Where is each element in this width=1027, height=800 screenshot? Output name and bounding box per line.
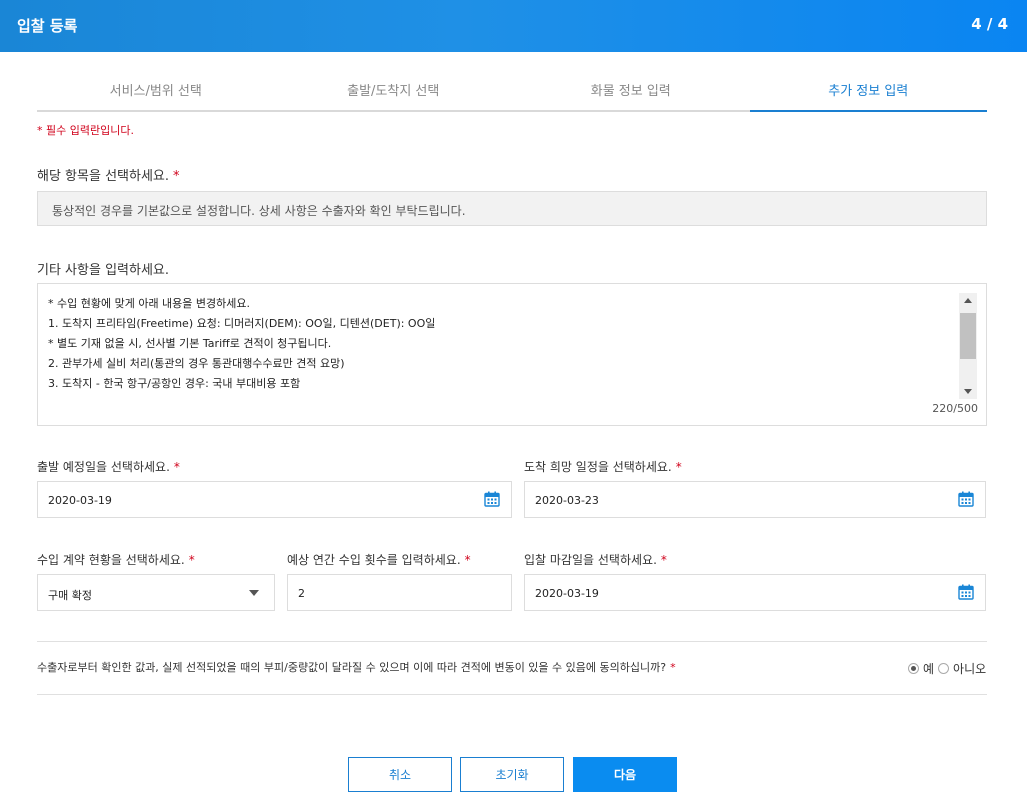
- select-item-label-text: 해당 항목을 선택하세요.: [37, 169, 169, 184]
- import-count-label-text: 예상 연간 수입 횟수를 입력하세요.: [287, 553, 461, 567]
- arrival-date-label: 도착 희망 일정을 선택하세요. *: [524, 458, 682, 475]
- bid-deadline-label-text: 입찰 마감일을 선택하세요.: [524, 553, 657, 567]
- agreement-question-text: 수출자로부터 확인한 값과, 실제 선적되었을 때의 부피/중량값이 달라질 수…: [37, 661, 667, 674]
- header-bar: 입찰 등록 4 / 4: [0, 0, 1027, 52]
- agreement-question: 수출자로부터 확인한 값과, 실제 선적되었을 때의 부피/중량값이 달라질 수…: [37, 659, 676, 675]
- default-setting-box[interactable]: 통상적인 경우를 기본값으로 설정합니다. 상세 사항은 수출자와 확인 부탁드…: [37, 191, 987, 226]
- tab-additional-info[interactable]: 추가 정보 입력: [749, 68, 987, 112]
- scroll-up-icon[interactable]: [959, 293, 977, 309]
- radio-yes-label[interactable]: 예: [923, 660, 934, 677]
- contract-status-select[interactable]: 구매 확정: [37, 574, 275, 611]
- departure-date-label-text: 출발 예정일을 선택하세요.: [37, 460, 170, 474]
- import-count-input[interactable]: 2: [287, 574, 512, 611]
- departure-date-label: 출발 예정일을 선택하세요. *: [37, 458, 180, 475]
- tab-service-scope[interactable]: 서비스/범위 선택: [37, 68, 275, 112]
- textarea-scrollbar[interactable]: [959, 293, 977, 399]
- notes-line: 1. 도착지 프리타임(Freetime) 요청: 디머러지(DEM): OO일…: [48, 317, 436, 330]
- other-notes-content: * 수입 현황에 맞게 아래 내용을 변경하세요. 1. 도착지 프리타임(Fr…: [48, 294, 948, 394]
- required-star: *: [670, 661, 676, 674]
- calendar-icon[interactable]: [958, 584, 974, 600]
- tab-origin-destination[interactable]: 출발/도착지 선택: [274, 68, 512, 112]
- required-note: * 필수 입력란입니다.: [37, 124, 134, 137]
- required-star: *: [464, 553, 471, 567]
- bid-deadline-label: 입찰 마감일을 선택하세요. *: [524, 551, 667, 568]
- chevron-down-icon[interactable]: [249, 590, 259, 596]
- step-tabs: 서비스/범위 선택 출발/도착지 선택 화물 정보 입력 추가 정보 입력: [37, 68, 987, 112]
- departure-date-input[interactable]: 2020-03-19: [37, 481, 512, 518]
- notes-line: * 별도 기재 없을 시, 선사별 기본 Tariff로 견적이 청구됩니다.: [48, 337, 332, 350]
- bid-deadline-input[interactable]: 2020-03-19: [524, 574, 986, 611]
- required-star: *: [173, 460, 180, 474]
- required-star: *: [675, 460, 682, 474]
- next-button[interactable]: 다음: [573, 757, 677, 792]
- char-counter: 220/500: [932, 402, 978, 415]
- reset-button[interactable]: 초기화: [460, 757, 564, 792]
- required-star: *: [660, 553, 667, 567]
- arrival-date-input[interactable]: 2020-03-23: [524, 481, 986, 518]
- required-star: *: [173, 169, 180, 184]
- radio-no-label[interactable]: 아니오: [953, 660, 986, 677]
- arrival-date-label-text: 도착 희망 일정을 선택하세요.: [524, 460, 672, 474]
- agreement-radio-group: 예 아니오: [908, 660, 990, 677]
- contract-status-label: 수입 계약 현황을 선택하세요. *: [37, 551, 195, 568]
- calendar-icon[interactable]: [958, 491, 974, 507]
- notes-line: 2. 관부가세 실비 처리(통관의 경우 통관대행수수료만 견적 요망): [48, 357, 345, 370]
- required-star: *: [188, 553, 195, 567]
- tab-cargo-info[interactable]: 화물 정보 입력: [512, 68, 750, 112]
- select-item-label: 해당 항목을 선택하세요. *: [37, 165, 180, 184]
- divider: [37, 641, 987, 642]
- step-indicator: 4 / 4: [971, 15, 1008, 33]
- notes-line: * 수입 현황에 맞게 아래 내용을 변경하세요.: [48, 297, 251, 310]
- page-title: 입찰 등록: [17, 17, 78, 35]
- import-count-value: 2: [298, 587, 305, 600]
- contract-status-label-text: 수입 계약 현황을 선택하세요.: [37, 553, 185, 567]
- radio-yes[interactable]: [908, 663, 919, 674]
- other-notes-textarea[interactable]: * 수입 현황에 맞게 아래 내용을 변경하세요. 1. 도착지 프리타임(Fr…: [37, 283, 987, 426]
- notes-line: 3. 도착지 - 한국 항구/공항인 경우: 국내 부대비용 포함: [48, 377, 301, 390]
- other-notes-label: 기타 사항을 입력하세요.: [37, 263, 169, 278]
- import-count-label: 예상 연간 수입 횟수를 입력하세요. *: [287, 551, 471, 568]
- radio-no[interactable]: [938, 663, 950, 674]
- cancel-button[interactable]: 취소: [348, 757, 452, 792]
- departure-date-value: 2020-03-19: [48, 494, 112, 507]
- scrollbar-thumb[interactable]: [960, 313, 976, 359]
- calendar-icon[interactable]: [484, 491, 500, 507]
- contract-status-value: 구매 확정: [48, 589, 92, 602]
- bid-deadline-value: 2020-03-19: [535, 587, 599, 600]
- arrival-date-value: 2020-03-23: [535, 494, 599, 507]
- scroll-down-icon[interactable]: [959, 383, 977, 399]
- divider: [37, 694, 987, 695]
